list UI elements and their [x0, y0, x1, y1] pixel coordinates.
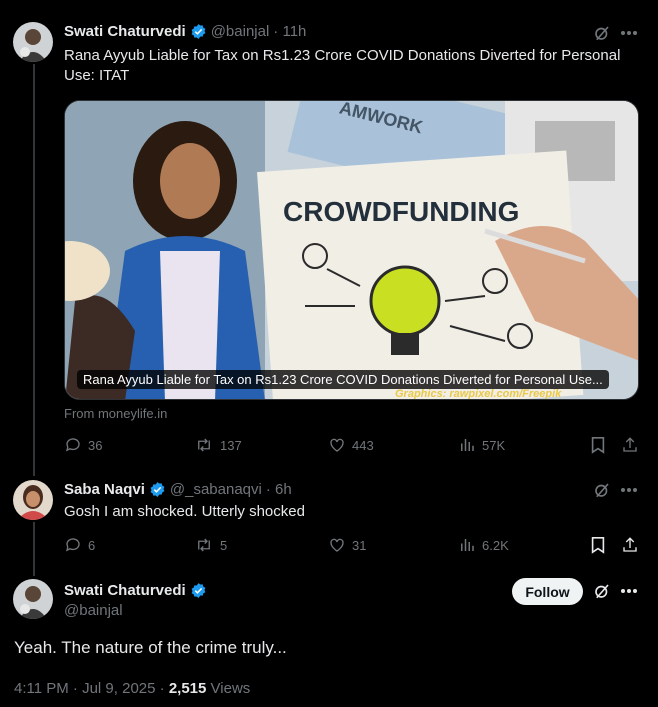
- avatar-swati[interactable]: [13, 22, 53, 62]
- tweet1-header: Swati Chaturvedi @bainjal · 11h: [64, 20, 306, 42]
- reply-button[interactable]: 6: [64, 536, 95, 554]
- author-name[interactable]: Swati Chaturvedi: [64, 582, 186, 599]
- post-metadata: 4:11 PM · Jul 9, 2025 · 2,515 Views: [14, 680, 250, 697]
- thread-line-2: [33, 522, 35, 576]
- like-button[interactable]: 443: [328, 436, 374, 454]
- repost-icon: [198, 438, 210, 452]
- share-icon[interactable]: [620, 436, 640, 454]
- post-time[interactable]: · 11h: [273, 23, 306, 40]
- like-icon: [330, 538, 344, 552]
- view-count: 2,515: [168, 680, 207, 697]
- like-count: 443: [352, 437, 374, 453]
- author-handle[interactable]: @bainjal: [211, 23, 270, 40]
- author-name[interactable]: Saba Naqvi: [64, 481, 145, 498]
- views-button[interactable]: 6.2K: [458, 536, 509, 554]
- link-source[interactable]: From moneylife.in: [64, 404, 167, 424]
- views-button[interactable]: 57K: [458, 436, 505, 454]
- tweet2-header: Saba Naqvi @_sabanaqvi · 6h: [64, 478, 292, 500]
- reply-icon: [65, 538, 80, 552]
- image-text-crowdfunding: CROWDFUNDING: [283, 196, 519, 227]
- reply-icon: [65, 438, 80, 452]
- like-count: 31: [352, 537, 367, 553]
- verified-badge-icon: [149, 481, 166, 498]
- tweet3-handle-row: @bainjal: [64, 600, 123, 620]
- verified-badge-icon: [190, 23, 207, 40]
- views-icon: [461, 539, 474, 551]
- reply-button[interactable]: 36: [64, 436, 102, 454]
- verified-badge-icon: [190, 582, 207, 599]
- repost-icon: [198, 538, 210, 552]
- like-icon: [330, 438, 344, 452]
- grok-icon[interactable]: [592, 480, 612, 500]
- grok-icon[interactable]: [592, 581, 612, 601]
- share-icon[interactable]: [620, 536, 640, 554]
- reply-count: 36: [88, 437, 103, 453]
- author-name[interactable]: Swati Chaturvedi: [64, 23, 186, 40]
- tweet2-text: Gosh I am shocked. Utterly shocked: [64, 503, 305, 520]
- bookmark-icon[interactable]: [588, 436, 608, 454]
- views-label: Views: [210, 680, 251, 697]
- tweet1-text: Rana Ayyub Liable for Tax on Rs1.23 Cror…: [64, 47, 621, 84]
- bookmark-icon[interactable]: [588, 536, 608, 554]
- views-icon: [461, 439, 474, 451]
- like-button[interactable]: 31: [328, 536, 366, 554]
- grok-icon[interactable]: [592, 23, 612, 43]
- repost-button[interactable]: 137: [194, 436, 242, 454]
- avatar-saba[interactable]: [13, 480, 53, 520]
- link-card-image[interactable]: AMWORK CROWDFUNDING Graphics: rawpixel.c…: [64, 100, 639, 400]
- repost-count: 137: [220, 437, 242, 453]
- author-handle[interactable]: @bainjal: [64, 602, 123, 619]
- repost-count: 5: [220, 537, 228, 553]
- repost-button[interactable]: 5: [194, 536, 227, 554]
- more-icon[interactable]: [618, 581, 640, 601]
- image-credit: Graphics: rawpixel.com/Freepik: [395, 388, 562, 400]
- link-card-caption[interactable]: Rana Ayyub Liable for Tax on Rs1.23 Cror…: [77, 370, 609, 389]
- follow-button[interactable]: Follow: [512, 578, 583, 605]
- author-handle[interactable]: @_sabanaqvi: [170, 481, 262, 498]
- views-count: 6.2K: [482, 537, 509, 553]
- post-timestamp[interactable]: 4:11 PM · Jul 9, 2025 ·: [14, 680, 165, 697]
- reply-count: 6: [88, 537, 96, 553]
- more-icon[interactable]: [618, 23, 640, 43]
- views-count: 57K: [482, 437, 506, 453]
- more-icon[interactable]: [618, 480, 640, 500]
- post-time[interactable]: · 6h: [266, 481, 292, 498]
- thread-line-1: [33, 64, 35, 476]
- tweet3-text: Yeah. The nature of the crime truly...: [14, 638, 287, 657]
- avatar-swati[interactable]: [13, 579, 53, 619]
- tweet3-header: Swati Chaturvedi: [64, 579, 207, 601]
